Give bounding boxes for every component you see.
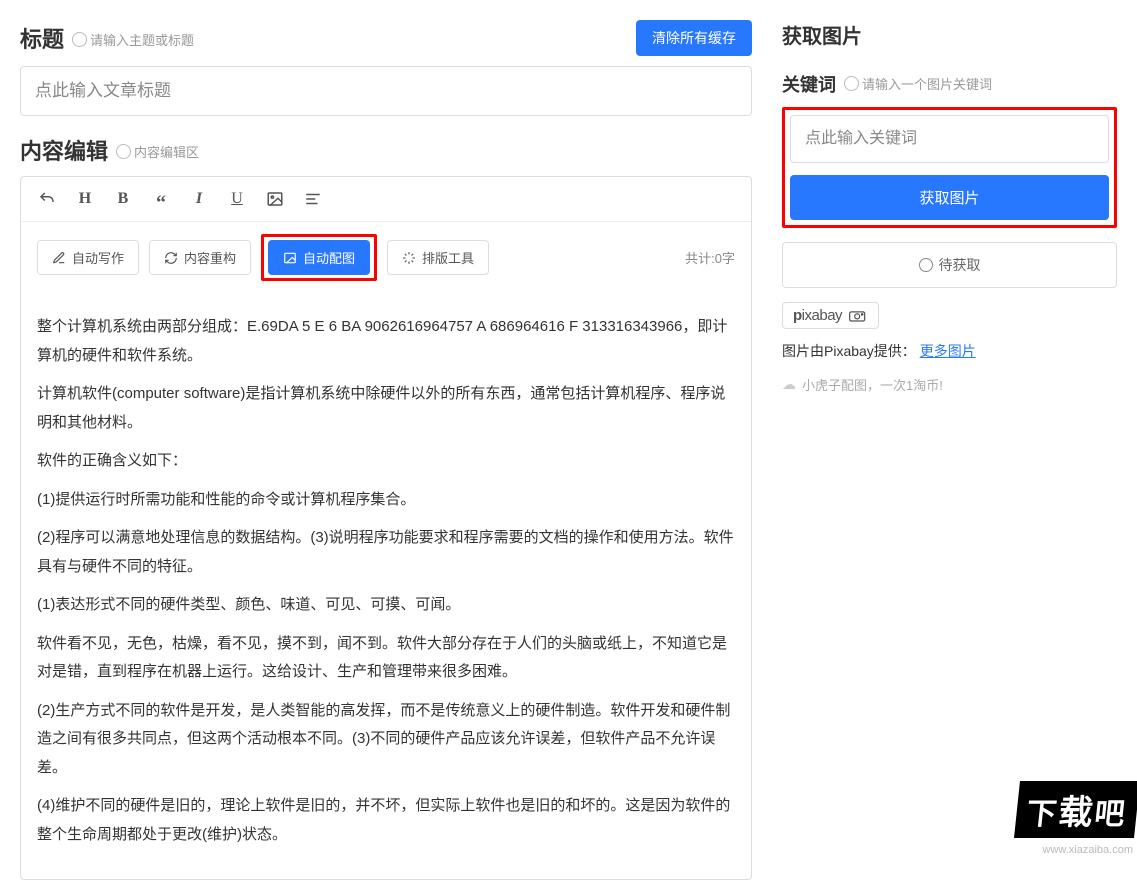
paragraph: (1)表达形式不同的硬件类型、颜色、味道、可见、可摸、可闻。 xyxy=(37,591,735,620)
paragraph: (2)程序可以满意地处理信息的数据结构。(3)说明程序功能要求和程序需要的文档的… xyxy=(37,524,735,581)
align-left-icon[interactable] xyxy=(303,189,323,209)
paragraph: (1)提供运行时所需功能和性能的命令或计算机程序集合。 xyxy=(37,486,735,515)
word-count: 共计:0字 xyxy=(685,248,735,267)
clear-cache-button[interactable]: 清除所有缓存 xyxy=(636,20,752,56)
article-title-input[interactable] xyxy=(20,66,752,116)
action-toolbar: 自动写作 内容重构 自动配图 排版工具 共计:0字 xyxy=(21,222,751,293)
paragraph: 软件看不见，无色，枯燥，看不见，摸不到，闻不到。软件大部分存在于人们的头脑或纸上… xyxy=(37,630,735,687)
reconstruct-button[interactable]: 内容重构 xyxy=(149,240,251,275)
keyword-label: 关键词 xyxy=(782,71,836,97)
footer-tip: 小虎子配图，一次1淘币! xyxy=(782,375,1117,394)
undo-icon[interactable] xyxy=(37,189,57,209)
fetch-image-title: 获取图片 xyxy=(782,20,1117,49)
fetch-image-button[interactable]: 获取图片 xyxy=(790,175,1109,220)
editor-body[interactable]: 整个计算机系统由两部分组成：E.69DA 5 E 6 BA 9062616964… xyxy=(21,293,751,879)
quote-icon[interactable]: “ xyxy=(151,189,171,209)
auto-image-label: 自动配图 xyxy=(303,248,355,267)
keyword-hint: 请输入一个图片关键词 xyxy=(844,74,991,93)
heading-icon[interactable]: H xyxy=(75,189,95,209)
bold-icon[interactable]: B xyxy=(113,189,133,209)
reconstruct-label: 内容重构 xyxy=(184,248,236,267)
paragraph: 软件的正确含义如下： xyxy=(37,447,735,476)
highlight-auto-image: 自动配图 xyxy=(261,234,377,281)
camera-icon xyxy=(848,309,868,323)
italic-icon[interactable]: I xyxy=(189,189,209,209)
keyword-input[interactable] xyxy=(790,115,1109,163)
layout-tool-label: 排版工具 xyxy=(422,248,474,267)
paragraph: (4)维护不同的硬件是旧的，理论上软件是旧的，并不坏，但实际上软件也是旧的和坏的… xyxy=(37,792,735,849)
content-section-label: 内容编辑 xyxy=(20,134,108,166)
auto-write-button[interactable]: 自动写作 xyxy=(37,240,139,275)
auto-write-label: 自动写作 xyxy=(72,248,124,267)
title-section-hint: 请输入主题或标题 xyxy=(72,30,193,49)
icon-toolbar: H B “ I U xyxy=(21,177,751,222)
pixabay-chip[interactable]: pixabay xyxy=(782,302,879,329)
layout-tool-button[interactable]: 排版工具 xyxy=(387,240,489,275)
auto-image-button[interactable]: 自动配图 xyxy=(268,240,370,275)
paragraph: (2)生产方式不同的软件是开发，是人类智能的高发挥，而不是传统意义上的硬件制造。… xyxy=(37,697,735,783)
more-images-link[interactable]: 更多图片 xyxy=(920,343,976,359)
pending-status[interactable]: 待获取 xyxy=(782,242,1117,288)
highlight-keyword-box: 获取图片 xyxy=(782,107,1117,228)
paragraph: 整个计算机系统由两部分组成：E.69DA 5 E 6 BA 9062616964… xyxy=(37,313,735,370)
underline-icon[interactable]: U xyxy=(227,189,247,209)
title-section-label: 标题 xyxy=(20,22,64,54)
paragraph: 计算机软件(computer software)是指计算机系统中除硬件以外的所有… xyxy=(37,380,735,437)
content-section-hint: 内容编辑区 xyxy=(116,142,198,161)
credit-text: 图片由Pixabay提供： 更多图片 xyxy=(782,341,1117,361)
pixabay-logo: pixabay xyxy=(793,307,842,324)
image-icon[interactable] xyxy=(265,189,285,209)
editor: H B “ I U 自动写作 内容重构 xyxy=(20,176,752,880)
